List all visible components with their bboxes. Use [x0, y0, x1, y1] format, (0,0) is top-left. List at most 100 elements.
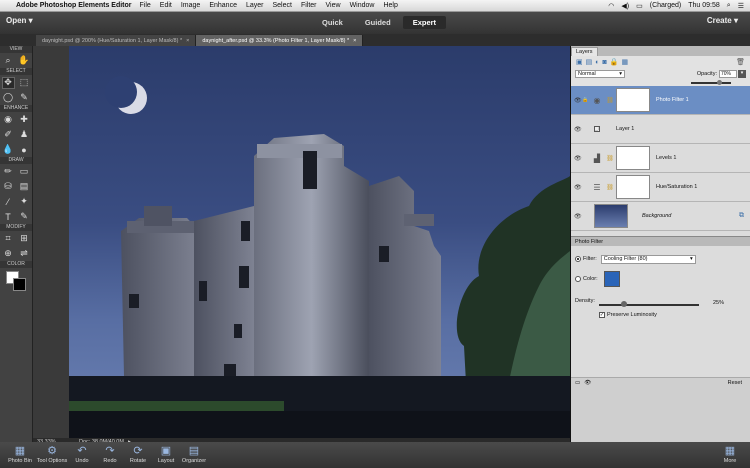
- tab-daynight[interactable]: daynight.psd @ 200% (Hue/Saturation 1, L…: [36, 35, 197, 46]
- mode-guided[interactable]: Guided: [355, 16, 401, 29]
- organizer-button[interactable]: ▤ Organizer: [176, 444, 212, 464]
- wifi-icon[interactable]: ◠: [608, 2, 614, 10]
- trash-icon[interactable]: 🗑: [736, 58, 745, 66]
- notifications-icon[interactable]: ☰: [738, 2, 744, 10]
- filter-row: Filter: Cooling Filter (80) ▾: [575, 252, 746, 266]
- clone-stamp-tool-icon[interactable]: ♟: [18, 129, 31, 141]
- opacity-input[interactable]: 70%: [719, 70, 737, 78]
- gradient-tool-icon[interactable]: ▤: [18, 181, 31, 193]
- menu-filter[interactable]: Filter: [301, 2, 317, 9]
- mode-expert[interactable]: Expert: [402, 16, 447, 29]
- new-layer-icon[interactable]: ▣: [576, 58, 583, 66]
- eraser-tool-icon[interactable]: ▭: [18, 166, 31, 178]
- lasso-tool-icon[interactable]: ◯: [2, 92, 15, 104]
- background-lock-icon[interactable]: ⧉: [739, 212, 744, 220]
- straighten-tool-icon[interactable]: ⇌: [18, 248, 31, 260]
- layer-row-background[interactable]: 👁 Background ⧉: [571, 202, 750, 231]
- lock-all-icon[interactable]: 🔒: [610, 58, 619, 66]
- recompose-tool-icon[interactable]: ⊞: [18, 233, 31, 245]
- menu-window[interactable]: Window: [350, 2, 375, 9]
- menubar-clock[interactable]: Thu 09:58: [688, 2, 720, 9]
- visibility-eye-icon[interactable]: 👁: [574, 213, 582, 220]
- zoom-tool-icon[interactable]: ⌕: [2, 55, 15, 67]
- image-canvas[interactable]: [69, 46, 570, 438]
- new-group-icon[interactable]: ▤: [586, 58, 593, 66]
- layer-name: Hue/Saturation 1: [656, 184, 698, 190]
- visibility-eye-icon[interactable]: 👁: [574, 155, 582, 162]
- menu-select[interactable]: Select: [272, 2, 291, 9]
- menu-enhance[interactable]: Enhance: [209, 2, 237, 9]
- opacity-dropdown-button[interactable]: ▾: [738, 70, 746, 78]
- filter-radio[interactable]: [575, 256, 581, 262]
- visibility-eye-icon[interactable]: 👁: [574, 97, 582, 104]
- spot-healing-tool-icon[interactable]: ✚: [18, 114, 31, 126]
- crop-tool-icon[interactable]: ⌗: [2, 233, 15, 245]
- visibility-eye-icon[interactable]: 👁: [574, 184, 582, 191]
- color-swatches[interactable]: [0, 268, 32, 292]
- tab-layers[interactable]: Layers: [571, 47, 598, 56]
- visibility-eye-icon[interactable]: 👁: [574, 126, 582, 133]
- clip-to-layer-icon[interactable]: ▭: [575, 380, 580, 386]
- density-slider-track[interactable]: [599, 304, 699, 306]
- eyedropper-tool-icon[interactable]: ⁄: [2, 196, 15, 208]
- link-chain-icon[interactable]: ⛓: [606, 97, 614, 104]
- marquee-tool-icon[interactable]: ⬚: [18, 77, 31, 89]
- adjustment-layer-icon[interactable]: ◐: [595, 59, 599, 66]
- layer-thumbnail[interactable]: [594, 204, 628, 228]
- smart-brush-tool-icon[interactable]: ✐: [2, 129, 15, 141]
- preserve-luminosity-checkbox[interactable]: ✓: [599, 312, 605, 318]
- close-icon[interactable]: ×: [353, 38, 356, 44]
- create-button[interactable]: Create ▾: [707, 16, 738, 25]
- menu-file[interactable]: File: [140, 2, 151, 9]
- type-tool-icon[interactable]: T: [2, 211, 15, 223]
- layer-mask-thumbnail[interactable]: [616, 146, 650, 170]
- hand-tool-icon[interactable]: ✋: [18, 55, 31, 67]
- opacity-slider[interactable]: [571, 80, 750, 86]
- layer-row-levels[interactable]: 👁 ▟ ⛓ Levels 1: [571, 144, 750, 173]
- menu-layer[interactable]: Layer: [246, 2, 264, 9]
- filter-select[interactable]: Cooling Filter (80) ▾: [600, 254, 696, 264]
- opacity-slider-knob[interactable]: [717, 80, 722, 85]
- color-radio[interactable]: [575, 276, 581, 282]
- link-chain-icon[interactable]: ⛓: [606, 155, 614, 162]
- menu-image[interactable]: Image: [181, 2, 200, 9]
- layer-thumbnail[interactable]: [594, 126, 600, 132]
- pencil-tool-icon[interactable]: ✎: [18, 211, 31, 223]
- toggle-visibility-icon[interactable]: 👁: [584, 380, 591, 386]
- layer-row-layer-1[interactable]: 👁 Layer 1: [571, 115, 750, 144]
- link-chain-icon[interactable]: ⛓: [606, 184, 614, 191]
- quick-selection-tool-icon[interactable]: ✎: [18, 92, 31, 104]
- layer-mask-icon[interactable]: ◙: [602, 59, 606, 66]
- mode-quick[interactable]: Quick: [312, 16, 353, 29]
- layer-mask-thumbnail[interactable]: [616, 175, 650, 199]
- blur-tool-icon[interactable]: 💧: [2, 144, 15, 156]
- volume-icon[interactable]: ◀): [621, 2, 629, 10]
- density-slider-knob[interactable]: [621, 301, 627, 307]
- tab-daynight-after[interactable]: daynight_after.psd @ 33.3% (Photo Filter…: [196, 35, 364, 46]
- brush-tool-icon[interactable]: ✏: [2, 166, 15, 178]
- photo-bin-button[interactable]: ▦ Photo Bin: [2, 444, 38, 464]
- open-button[interactable]: Open ▾: [6, 16, 33, 25]
- battery-icon[interactable]: ▭: [636, 2, 643, 10]
- spotlight-icon[interactable]: ⌕: [727, 2, 731, 10]
- blend-mode-select[interactable]: Normal ▾: [575, 70, 625, 78]
- lock-transparency-icon[interactable]: ▦: [621, 58, 628, 66]
- filter-color-swatch[interactable]: [603, 271, 620, 287]
- menu-edit[interactable]: Edit: [160, 2, 172, 9]
- reset-button[interactable]: Reset: [728, 380, 742, 386]
- menu-view[interactable]: View: [326, 2, 341, 9]
- sponge-tool-icon[interactable]: ●: [18, 144, 31, 156]
- menu-help[interactable]: Help: [383, 2, 397, 9]
- more-button[interactable]: ▦ More: [712, 444, 748, 464]
- paint-bucket-tool-icon[interactable]: ⛁: [2, 181, 15, 193]
- background-color-swatch[interactable]: [13, 278, 26, 291]
- content-aware-move-tool-icon[interactable]: ⊕: [2, 248, 15, 260]
- custom-shape-tool-icon[interactable]: ✦: [18, 196, 31, 208]
- layer-row-hue-saturation[interactable]: 👁 ☰ ⛓ Hue/Saturation 1: [571, 173, 750, 202]
- move-tool-icon[interactable]: ✥: [1, 76, 15, 89]
- layer-row-photo-filter[interactable]: 👁 🔒 ◉ ⛓ Photo Filter 1: [571, 86, 750, 115]
- red-eye-tool-icon[interactable]: ◉: [2, 114, 15, 126]
- layer-mask-thumbnail[interactable]: [616, 88, 650, 112]
- close-icon[interactable]: ×: [186, 38, 189, 44]
- app-name-menu[interactable]: Adobe Photoshop Elements Editor: [16, 2, 132, 9]
